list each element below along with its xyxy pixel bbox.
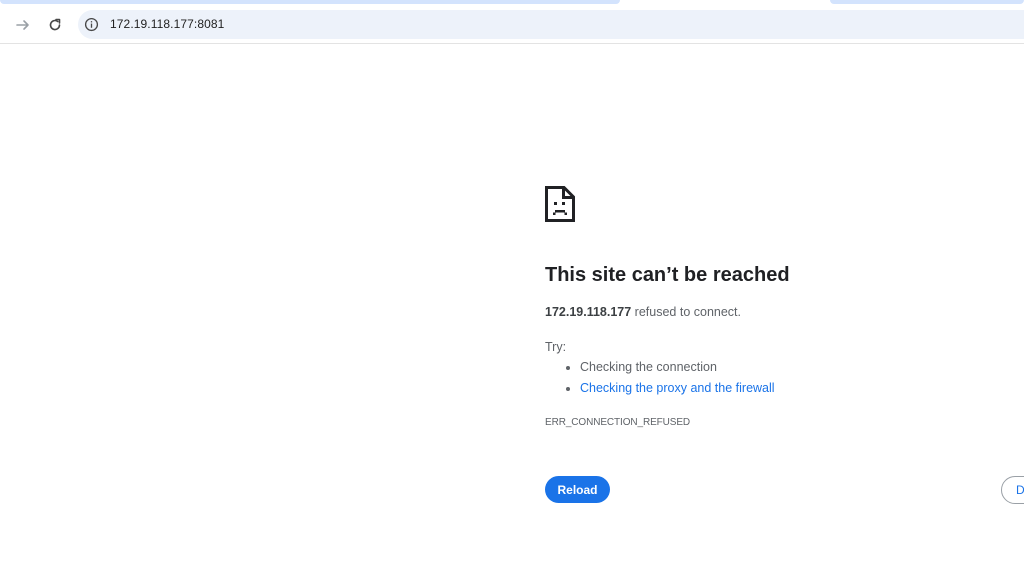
reload-page-button[interactable] xyxy=(43,13,67,37)
suggestion-check-proxy-link[interactable]: Checking the proxy and the firewall xyxy=(566,381,775,402)
forward-button[interactable] xyxy=(11,13,35,37)
suggestion-check-connection: Checking the connection xyxy=(566,360,775,381)
try-label: Try: xyxy=(545,340,567,354)
address-bar[interactable]: 172.19.118.177:8081 xyxy=(78,10,1024,39)
error-message: refused to connect. xyxy=(631,305,741,319)
reload-button[interactable]: Reload xyxy=(545,476,610,503)
info-icon[interactable] xyxy=(84,17,99,32)
reload-icon xyxy=(49,18,61,31)
browser-toolbar: 172.19.118.177:8081 xyxy=(0,4,1024,44)
page-title: This site can’t be reached xyxy=(545,264,790,286)
error-code: ERR_CONNECTION_REFUSED xyxy=(545,417,691,428)
url-text[interactable]: 172.19.118.177:8081 xyxy=(110,17,224,31)
sad-page-icon xyxy=(545,186,575,222)
arrow-right-icon xyxy=(16,20,29,30)
suggestion-list: Checking the connection Checking the pro… xyxy=(566,360,775,402)
details-button[interactable]: D xyxy=(1001,476,1024,504)
error-summary: 172.19.118.177 refused to connect. xyxy=(545,305,741,319)
host-name: 172.19.118.177 xyxy=(545,305,632,319)
